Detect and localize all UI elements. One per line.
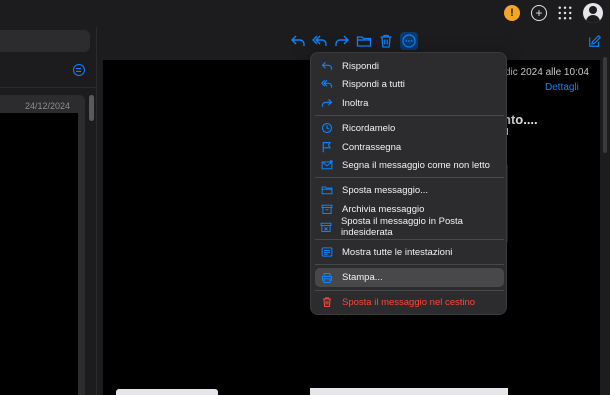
menu-item-label: Stampa...	[342, 272, 383, 283]
reply-all-icon[interactable]	[311, 32, 329, 50]
menu-item-reply-all[interactable]: Rispondi a tutti	[315, 75, 504, 93]
menu-item-label: Archivia messaggio	[342, 203, 425, 215]
message-list-pane: 24/12/2024	[0, 27, 97, 395]
menu-item-label: Inoltra	[342, 97, 369, 109]
reply-icon[interactable]	[289, 32, 307, 50]
menu-item-label: Sposta messaggio...	[342, 184, 429, 196]
headers-icon	[320, 245, 334, 259]
scrollbar[interactable]	[603, 57, 607, 153]
top-bar: ! +	[0, 0, 610, 27]
reply-all-icon	[320, 77, 334, 91]
message-content-block	[310, 388, 508, 395]
menu-item-label: Ricordamelo	[342, 122, 396, 134]
search-input[interactable]	[0, 30, 90, 52]
message-date: dic 2024 alle 10:04	[505, 67, 589, 78]
menu-item-forward[interactable]: Inoltra	[315, 94, 504, 112]
trash-icon	[320, 295, 334, 309]
message-subject: nto....	[503, 112, 538, 127]
menu-item-show-headers[interactable]: Mostra tutte le intestazioni	[315, 243, 504, 261]
menu-separator	[315, 115, 504, 116]
forward-icon	[320, 96, 334, 110]
horizontal-scrollbar[interactable]	[116, 389, 218, 395]
menu-item-junk[interactable]: Sposta il messaggio in Posta indesiderat…	[315, 216, 504, 238]
menu-item-label: Sposta il messaggio nel cestino	[342, 296, 476, 308]
scrollbar[interactable]	[89, 95, 94, 121]
trash-icon[interactable]	[377, 32, 395, 50]
menu-item-delete[interactable]: Sposta il messaggio nel cestino	[315, 293, 504, 311]
folder-icon	[320, 183, 334, 197]
list-item-date: 24/12/2024	[24, 101, 70, 111]
add-icon[interactable]: +	[531, 5, 547, 21]
menu-item-remind-me[interactable]: Ricordamelo	[315, 119, 504, 137]
menu-item-label: Rispondi a tutti	[342, 78, 405, 90]
more-actions-menu: Rispondi Rispondi a tutti Inoltra Ricord…	[310, 52, 507, 315]
compose-icon[interactable]	[588, 34, 602, 48]
app-grid-icon[interactable]	[557, 5, 573, 21]
menu-item-label: Segna il messaggio come non letto	[342, 159, 490, 171]
junk-icon	[320, 220, 333, 234]
alert-icon[interactable]: !	[504, 5, 520, 21]
divider	[0, 87, 97, 88]
menu-separator	[315, 177, 504, 178]
list-item-preview	[0, 113, 78, 395]
menu-separator	[315, 239, 504, 240]
details-link[interactable]: Dettagli	[545, 82, 579, 93]
menu-item-label: Contrassegna	[342, 141, 402, 153]
clock-icon	[320, 121, 334, 135]
menu-separator	[315, 264, 504, 265]
menu-item-print[interactable]: Stampa...	[315, 268, 504, 287]
reply-icon	[320, 59, 334, 73]
menu-item-label: Sposta il messaggio in Posta indesiderat…	[340, 216, 463, 238]
avatar[interactable]	[583, 3, 603, 23]
unread-envelope-icon	[320, 158, 334, 172]
menu-item-label: Rispondi	[342, 60, 379, 72]
folder-icon[interactable]	[355, 32, 373, 50]
menu-separator	[315, 290, 504, 291]
menu-item-label: Mostra tutte le intestazioni	[342, 246, 453, 258]
menu-item-flag[interactable]: Contrassegna	[315, 138, 504, 156]
more-icon[interactable]	[400, 32, 418, 50]
menu-item-move[interactable]: Sposta messaggio...	[315, 181, 504, 199]
menu-item-reply[interactable]: Rispondi	[315, 57, 504, 75]
filter-icon[interactable]	[73, 64, 85, 76]
forward-icon[interactable]	[333, 32, 351, 50]
list-item[interactable]: 24/12/2024	[0, 95, 85, 395]
archive-icon	[320, 202, 334, 216]
print-icon	[320, 271, 334, 285]
flag-icon	[320, 140, 334, 154]
menu-item-mark-unread[interactable]: Segna il messaggio come non letto	[315, 156, 504, 174]
